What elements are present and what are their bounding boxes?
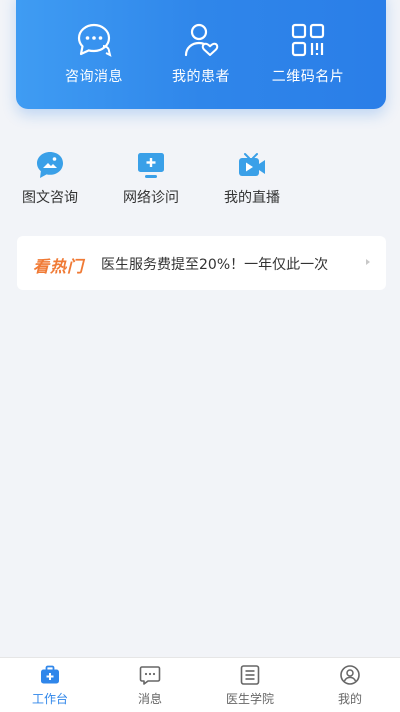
tab-workbench-label: 工作台: [31, 692, 68, 706]
online-clinic-label: 网络诊问: [123, 190, 179, 206]
user-circle-icon: [340, 665, 360, 685]
top-action-card: 咨询消息 我的患者 二维码名片: [16, 0, 386, 109]
hot-headline[interactable]: 医生服务费提至20%！一年仅此一次: [101, 254, 359, 274]
image-consult-button[interactable]: 图文咨询: [5, 150, 95, 207]
image-chat-icon: [37, 152, 63, 178]
hot-news-banner[interactable]: 看热门 医生服务费提至20%！一年仅此一次: [17, 236, 386, 290]
message-icon: [139, 666, 161, 685]
qr-card-button[interactable]: 二维码名片: [248, 20, 368, 86]
tab-mine-label: 我的: [337, 692, 362, 706]
tab-doctor-academy-label: 医生学院: [225, 692, 274, 706]
consult-messages-button[interactable]: 咨询消息: [34, 20, 154, 86]
online-clinic-icon: [138, 153, 164, 178]
image-consult-label: 图文咨询: [22, 190, 78, 206]
consult-messages-label: 咨询消息: [65, 69, 123, 85]
my-patients-button[interactable]: 我的患者: [141, 20, 261, 86]
my-live-label: 我的直播: [224, 190, 280, 206]
my-live-button[interactable]: 我的直播: [207, 150, 297, 207]
tab-workbench[interactable]: 工作台: [0, 664, 100, 707]
document-list-icon: [240, 665, 260, 685]
online-clinic-button[interactable]: 网络诊问: [106, 150, 196, 207]
tab-messages-label: 消息: [137, 692, 162, 706]
tab-messages[interactable]: 消息: [100, 664, 200, 707]
bottom-tab-bar: 工作台 消息 医生学院 我的: [0, 657, 400, 712]
tab-doctor-academy[interactable]: 医生学院: [200, 664, 300, 707]
medical-kit-icon: [41, 665, 59, 684]
hot-tag: 看热门: [33, 257, 85, 276]
live-video-icon: [239, 153, 265, 176]
tab-mine[interactable]: 我的: [300, 664, 400, 707]
chevron-right-icon: [366, 259, 370, 265]
my-patients-label: 我的患者: [172, 69, 230, 85]
qr-code-icon: [291, 23, 325, 57]
chat-bubble-icon: [77, 23, 112, 57]
patient-heart-icon: [184, 23, 219, 57]
qr-card-label: 二维码名片: [271, 69, 345, 85]
